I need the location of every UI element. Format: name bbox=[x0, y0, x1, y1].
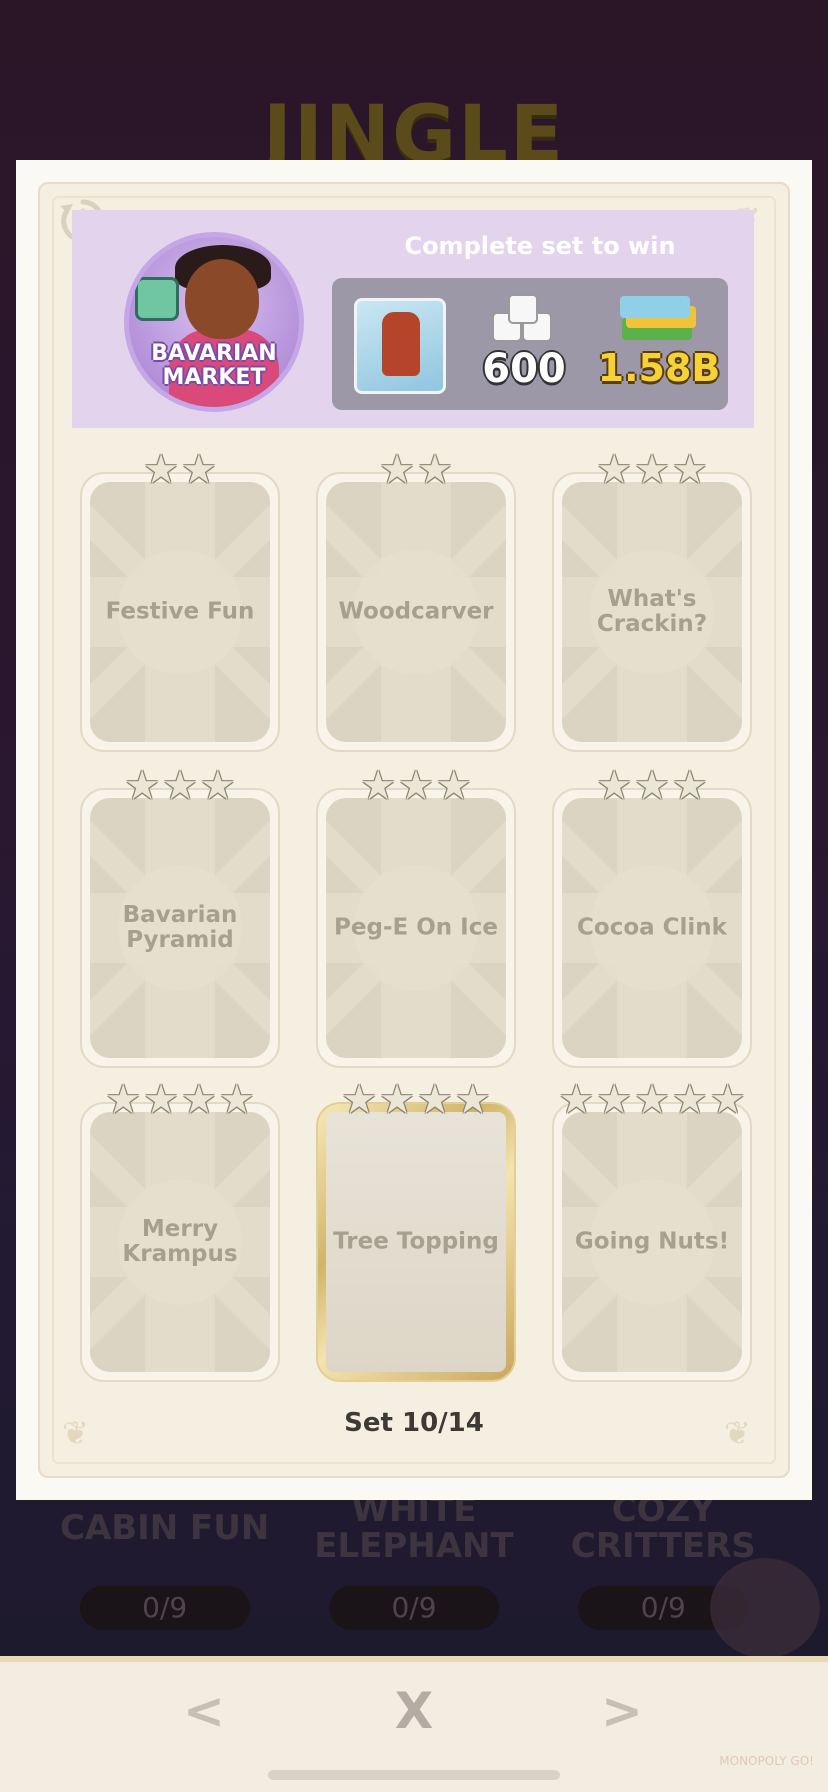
star-icon: ★ bbox=[379, 1077, 415, 1123]
star-icon: ★ bbox=[218, 1077, 255, 1123]
home-indicator[interactable] bbox=[268, 1770, 560, 1780]
cash-stack-icon bbox=[618, 292, 698, 348]
star-icon: ★ bbox=[671, 447, 708, 493]
reward-cash-amount: 1.58B bbox=[597, 346, 721, 390]
star-icon: ★ bbox=[596, 447, 633, 493]
card-name: Festive Fun bbox=[105, 598, 255, 625]
set-name: BAVARIAN MARKET bbox=[124, 342, 304, 390]
star-icon: ★ bbox=[199, 763, 236, 809]
close-button[interactable]: X bbox=[384, 1682, 444, 1740]
card-name: Tree Topping bbox=[333, 1228, 499, 1255]
badge-robot-icon bbox=[135, 277, 179, 321]
card-slot[interactable]: Cocoa Clink ★ ★ ★ bbox=[552, 764, 752, 1068]
star-icon: ★ bbox=[435, 763, 472, 809]
card-star-rating: ★ ★ ★ ★ ★ bbox=[554, 1078, 750, 1122]
star-icon: ★ bbox=[124, 763, 161, 809]
die bbox=[508, 294, 538, 324]
background-album-progress: 0/9 bbox=[328, 1586, 499, 1630]
card-name: Cocoa Clink bbox=[577, 914, 727, 941]
star-icon: ★ bbox=[341, 1077, 378, 1123]
background-album-name: COZY CRITTERS bbox=[570, 1490, 756, 1566]
card-star-rating: ★ ★ ★ bbox=[554, 764, 750, 808]
card-slot[interactable]: Merry Krampus ★ ★ ★ ★ bbox=[80, 1078, 280, 1382]
next-set-button[interactable]: > bbox=[592, 1682, 652, 1740]
star-icon: ★ bbox=[360, 763, 397, 809]
star-icon: ★ bbox=[634, 763, 670, 809]
star-icon: ★ bbox=[417, 1077, 453, 1123]
reward-box: 600 1.58B bbox=[332, 278, 728, 410]
star-icon: ★ bbox=[634, 447, 670, 493]
background-album[interactable]: WHITE ELEPHANT 0/9 bbox=[304, 1490, 524, 1630]
star-icon: ★ bbox=[634, 1077, 670, 1123]
star-icon: ★ bbox=[596, 1077, 633, 1123]
card-slot[interactable]: Peg-E On Ice ★ ★ ★ bbox=[316, 764, 516, 1068]
star-icon: ★ bbox=[105, 1077, 142, 1123]
star-icon: ★ bbox=[671, 763, 708, 809]
card-star-rating: ★ ★ ★ bbox=[318, 764, 514, 808]
reward-dice-amount: 600 bbox=[482, 346, 566, 392]
card-name: Going Nuts! bbox=[574, 1228, 730, 1255]
card-slot[interactable]: Tree Topping ★ ★ ★ ★ bbox=[316, 1078, 516, 1382]
card-star-rating: ★ ★ bbox=[318, 448, 514, 492]
set-name-line1: BAVARIAN bbox=[151, 341, 277, 366]
set-name-line2: MARKET bbox=[162, 365, 266, 390]
star-icon: ★ bbox=[558, 1077, 595, 1123]
star-icon: ★ bbox=[143, 1077, 179, 1123]
card-name: What's Crackin? bbox=[596, 586, 708, 637]
star-icon: ★ bbox=[162, 763, 198, 809]
bottom-nav-bar: < X > MONOPOLY GO! bbox=[0, 1656, 828, 1792]
card-star-rating: ★ ★ ★ ★ bbox=[82, 1078, 278, 1122]
card-name: Bavarian Pyramid bbox=[122, 902, 238, 953]
star-icon: ★ bbox=[143, 447, 179, 493]
card-slot[interactable]: Festive Fun ★ ★ bbox=[80, 448, 280, 752]
bill bbox=[620, 296, 690, 318]
star-icon: ★ bbox=[671, 1077, 708, 1123]
card-slot[interactable]: Going Nuts! ★ ★ ★ ★ ★ bbox=[552, 1078, 752, 1382]
card-star-rating: ★ ★ ★ bbox=[82, 764, 278, 808]
card-slot[interactable]: What's Crackin? ★ ★ ★ bbox=[552, 448, 752, 752]
set-progress: Set 10/14 bbox=[344, 1408, 484, 1438]
background-album-progress: 0/9 bbox=[79, 1586, 250, 1630]
star-icon: ★ bbox=[454, 1077, 491, 1123]
star-icon: ★ bbox=[596, 763, 633, 809]
star-icon: ★ bbox=[709, 1077, 746, 1123]
star-icon: ★ bbox=[181, 447, 217, 493]
background-card-button[interactable] bbox=[710, 1558, 820, 1658]
card-star-rating: ★ ★ ★ bbox=[554, 448, 750, 492]
background-album-name: CABIN FUN bbox=[59, 1508, 270, 1548]
previous-set-button[interactable]: < bbox=[174, 1682, 234, 1740]
watermark: MONOPOLY GO! bbox=[719, 1754, 814, 1768]
dice-icon bbox=[484, 292, 562, 348]
star-icon: ★ bbox=[379, 447, 415, 493]
background-album[interactable]: CABIN FUN 0/9 bbox=[55, 1490, 275, 1630]
card-name: Merry Krampus bbox=[122, 1216, 238, 1267]
card-slot[interactable]: Woodcarver ★ ★ bbox=[316, 448, 516, 752]
card-star-rating: ★ ★ ★ ★ bbox=[318, 1078, 514, 1122]
star-icon: ★ bbox=[398, 763, 434, 809]
card-name: Peg-E On Ice bbox=[334, 914, 498, 941]
card-slot[interactable]: Bavarian Pyramid ★ ★ ★ bbox=[80, 764, 280, 1068]
star-icon: ★ bbox=[417, 447, 453, 493]
badge-character-face bbox=[185, 259, 259, 339]
background-album-name: WHITE ELEPHANT bbox=[314, 1490, 514, 1566]
star-icon: ★ bbox=[181, 1077, 217, 1123]
reward-sticker-frame-icon bbox=[354, 298, 446, 394]
sticker-nutcracker-figure bbox=[382, 312, 420, 376]
reward-title: Complete set to win bbox=[404, 232, 676, 260]
background-album-row: CABIN FUN 0/9 WHITE ELEPHANT 0/9 COZY CR… bbox=[0, 1490, 828, 1630]
card-name: Woodcarver bbox=[338, 598, 494, 625]
card-star-rating: ★ ★ bbox=[82, 448, 278, 492]
